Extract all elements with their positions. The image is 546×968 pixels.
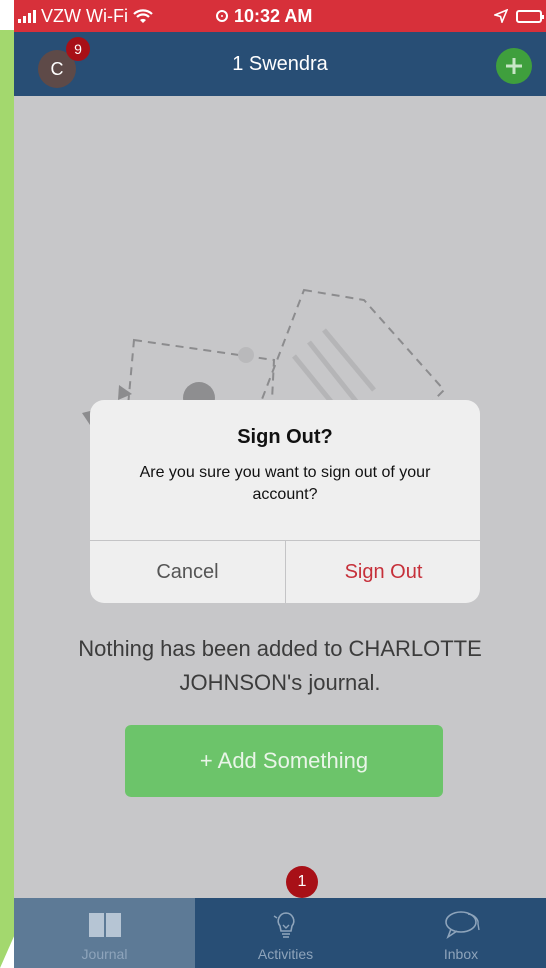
tab-inbox-label: Inbox (443, 946, 479, 962)
battery-icon (516, 9, 544, 23)
screen: VZW Wi-Fi 10:32 AM 1 Swendra C 9 Nothing… (0, 0, 546, 968)
carrier-label: VZW Wi-Fi (41, 5, 128, 26)
alarm-icon (216, 10, 228, 22)
tab-bar: Journal Activities Inbox (14, 898, 546, 968)
signal-icon (18, 9, 36, 23)
tab-journal-label: Journal (81, 946, 128, 962)
add-button[interactable] (496, 48, 532, 84)
app-screen: VZW Wi-Fi 10:32 AM 1 Swendra C 9 Nothing… (14, 0, 546, 968)
chat-bubbles-icon (445, 911, 480, 940)
sign-out-button[interactable]: Sign Out (286, 541, 480, 603)
lightbulb-icon (273, 912, 294, 938)
avatar-initial: C (50, 58, 64, 79)
activities-badge: 1 (286, 866, 318, 898)
location-arrow-icon (494, 9, 508, 23)
add-something-button[interactable]: + Add Something (125, 725, 443, 797)
plus-icon (506, 58, 522, 74)
page-title: 1 Swendra (232, 52, 328, 75)
tab-activities[interactable]: Activities (195, 898, 376, 968)
empty-state-message: Nothing has been added to CHARLOTTE JOHN… (78, 636, 482, 695)
book-icon (88, 913, 121, 937)
sign-out-dialog: Sign Out? Are you sure you want to sign … (90, 400, 480, 603)
dialog-title: Sign Out? (237, 426, 333, 448)
wifi-icon (133, 8, 153, 23)
time-label: 10:32 AM (234, 5, 313, 26)
background-strip (0, 30, 14, 900)
status-right (494, 0, 544, 32)
status-bar: VZW Wi-Fi 10:32 AM (14, 0, 546, 32)
dialog-message: Are you sure you want to sign out of you… (139, 464, 431, 503)
status-time: 10:32 AM (216, 0, 312, 32)
status-left: VZW Wi-Fi (18, 0, 153, 32)
cancel-button[interactable]: Cancel (90, 541, 285, 603)
tab-journal[interactable]: Journal (14, 898, 195, 968)
tab-inbox[interactable]: Inbox (376, 898, 546, 968)
tab-activities-label: Activities (257, 946, 314, 962)
notification-badge: 9 (66, 37, 90, 61)
